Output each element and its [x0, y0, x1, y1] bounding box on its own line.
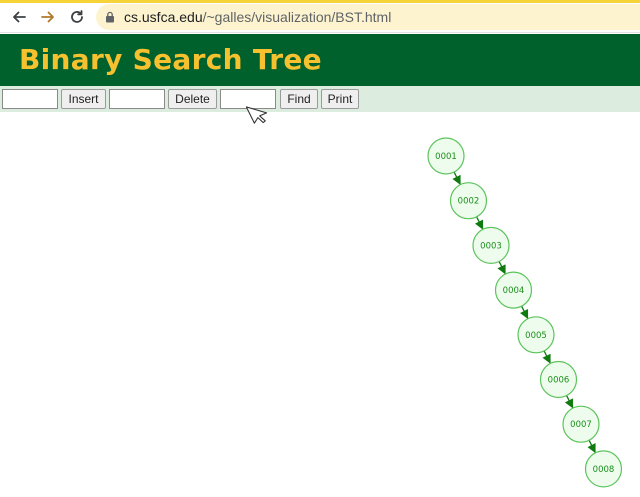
forward-button[interactable] [38, 7, 58, 27]
tree-svg: 0001 0002 0003 0004 0005 0006 0007 0008 [427, 137, 623, 488]
tree-node: 0008 [584, 450, 623, 488]
tree-edge-0003-0004 [497, 261, 506, 275]
lock-icon [106, 11, 114, 23]
tree-node-label: 0002 [458, 197, 480, 207]
delete-input[interactable] [109, 89, 165, 109]
controls-bar: Insert Delete Find Print [0, 86, 640, 112]
insert-input[interactable] [2, 89, 58, 109]
tree-node: 0002 [449, 182, 488, 220]
arrow-right-icon [41, 11, 54, 23]
url-path: /~galles/visualization/BST.html [202, 9, 392, 25]
url-text: cs.usfca.edu/~galles/visualization/BST.h… [124, 9, 391, 25]
tree-canvas: 0001 0002 0003 0004 0005 0006 0007 0008 [0, 112, 640, 497]
tree-edge-0006-0007 [564, 395, 574, 409]
tree-node: 0007 [562, 405, 600, 443]
browser-accent-strip [0, 0, 640, 3]
tree-edge-0005-0006 [542, 350, 551, 364]
tree-node-label: 0001 [435, 152, 457, 162]
header-band: Binary Search Tree [0, 34, 640, 86]
tree-edge-0007-0008 [587, 439, 596, 454]
tree-edge-0002-0003 [474, 216, 484, 230]
print-button[interactable]: Print [321, 89, 359, 109]
page-title: Binary Search Tree [19, 43, 322, 76]
tree-node: 0003 [472, 226, 510, 264]
reload-icon [71, 10, 83, 23]
tree-edge-0004-0005 [519, 305, 529, 320]
address-bar[interactable]: cs.usfca.edu/~galles/visualization/BST.h… [96, 4, 640, 30]
tree-node-label: 0006 [548, 376, 570, 386]
tree-node-label: 0008 [593, 465, 615, 475]
insert-button[interactable]: Insert [61, 89, 106, 109]
reload-button[interactable] [67, 7, 87, 27]
delete-button[interactable]: Delete [168, 89, 217, 109]
back-button[interactable] [9, 7, 29, 27]
url-host: cs.usfca.edu [124, 9, 203, 25]
tree-node-label: 0007 [570, 420, 592, 430]
arrow-left-icon [13, 11, 26, 23]
tree-node: 0001 [427, 137, 465, 175]
tree-node-label: 0005 [525, 331, 547, 341]
tree-node-label: 0003 [480, 241, 502, 251]
tree-node: 0006 [539, 360, 578, 399]
find-input[interactable] [220, 89, 276, 109]
tree-node-label: 0004 [503, 286, 525, 296]
tree-edge-0001-0002 [452, 171, 461, 185]
browser-toolbar: cs.usfca.edu/~galles/visualization/BST.h… [0, 0, 640, 33]
find-button[interactable]: Find [280, 89, 318, 109]
tree-node: 0004 [494, 271, 533, 309]
tree-node: 0005 [517, 316, 555, 354]
